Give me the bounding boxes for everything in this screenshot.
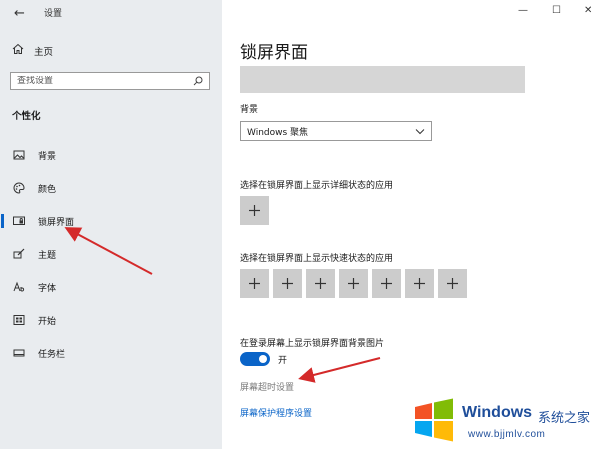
add-quick-status-app-button[interactable] xyxy=(372,269,401,298)
plus-icon xyxy=(315,278,326,289)
sidebar-item-label: 锁屏界面 xyxy=(38,217,75,228)
background-dropdown[interactable]: Windows 聚焦 xyxy=(240,121,432,141)
start-icon xyxy=(12,313,26,327)
lock-screen-preview xyxy=(240,66,525,93)
add-detailed-status-app-button[interactable] xyxy=(240,196,269,225)
background-dropdown-value: Windows 聚焦 xyxy=(247,127,309,138)
sidebar-item-background[interactable]: 背景 xyxy=(0,144,222,166)
sidebar-item-label: 字体 xyxy=(38,283,57,294)
sidebar-item-label: 主题 xyxy=(38,250,57,261)
toggle-knob xyxy=(259,355,267,363)
sidebar-item-taskbar[interactable]: 任务栏 xyxy=(0,342,222,364)
plus-icon xyxy=(282,278,293,289)
search-box[interactable] xyxy=(10,72,210,90)
app-title: 设置 xyxy=(44,9,63,19)
quick-status-label: 选择在锁屏界面上显示快速状态的应用 xyxy=(240,254,394,264)
screensaver-settings-link[interactable]: 屏幕保护程序设置 xyxy=(240,406,312,419)
windows-logo-icon xyxy=(415,398,453,442)
plus-icon xyxy=(447,278,458,289)
add-quick-status-app-button[interactable] xyxy=(273,269,302,298)
plus-icon xyxy=(348,278,359,289)
watermark: Windows 系统之家 www.bjjmlv.com xyxy=(412,398,597,446)
home-icon xyxy=(12,43,24,58)
brush-icon xyxy=(12,247,26,261)
sidebar: ← 设置 主页 个性化 背景 颜色 锁屏界面 主题 xyxy=(0,0,222,449)
search-input[interactable] xyxy=(17,76,193,86)
watermark-url: www.bjjmlv.com xyxy=(468,429,546,440)
page-title: 锁屏界面 xyxy=(240,43,308,63)
sidebar-item-start[interactable]: 开始 xyxy=(0,309,222,331)
screen-timeout-link[interactable]: 屏幕超时设置 xyxy=(240,380,294,393)
plus-icon xyxy=(381,278,392,289)
section-heading: 个性化 xyxy=(12,111,41,122)
minimize-button[interactable]: — xyxy=(518,5,528,16)
sidebar-item-label: 颜色 xyxy=(38,184,57,195)
show-background-label: 在登录屏幕上显示锁屏界面背景图片 xyxy=(240,339,385,349)
add-quick-status-app-button[interactable] xyxy=(438,269,467,298)
lock-screen-icon xyxy=(12,214,26,228)
add-quick-status-app-button[interactable] xyxy=(339,269,368,298)
watermark-brand: Windows xyxy=(462,404,533,421)
sidebar-item-lock-screen[interactable]: 锁屏界面 xyxy=(0,210,222,232)
back-arrow-icon[interactable]: ← xyxy=(14,6,25,21)
plus-icon xyxy=(249,278,260,289)
add-quick-status-app-button[interactable] xyxy=(306,269,335,298)
sidebar-item-home[interactable]: 主页 xyxy=(12,43,53,58)
detailed-status-label: 选择在锁屏界面上显示详细状态的应用 xyxy=(240,181,394,191)
image-icon xyxy=(12,148,26,162)
sidebar-item-label: 开始 xyxy=(38,316,57,327)
font-icon xyxy=(12,280,26,294)
close-button[interactable]: ✕ xyxy=(584,5,592,16)
taskbar-icon xyxy=(12,346,26,360)
search-icon[interactable] xyxy=(193,76,203,86)
background-label: 背景 xyxy=(240,105,259,115)
add-quick-status-app-button[interactable] xyxy=(240,269,269,298)
add-quick-status-app-button[interactable] xyxy=(405,269,434,298)
maximize-button[interactable]: ☐ xyxy=(552,5,561,16)
plus-icon xyxy=(414,278,425,289)
toggle-state-text: 开 xyxy=(278,355,288,366)
sidebar-item-label: 任务栏 xyxy=(38,349,66,360)
sidebar-item-themes[interactable]: 主题 xyxy=(0,243,222,265)
watermark-subtitle: 系统之家 xyxy=(538,411,591,426)
sidebar-item-label: 背景 xyxy=(38,151,57,162)
palette-icon xyxy=(12,181,26,195)
back-button[interactable]: ← xyxy=(14,6,25,21)
main-panel: — ☐ ✕ 锁屏界面 背景 Windows 聚焦 选择在锁屏界面上显示详细状态的… xyxy=(222,0,600,449)
sidebar-item-color[interactable]: 颜色 xyxy=(0,177,222,199)
sidebar-item-fonts[interactable]: 字体 xyxy=(0,276,222,298)
chevron-down-icon xyxy=(415,128,425,135)
home-label: 主页 xyxy=(34,46,54,58)
show-background-toggle[interactable] xyxy=(240,352,270,366)
plus-icon xyxy=(249,205,260,216)
show-background-toggle-row: 开 xyxy=(240,352,287,366)
